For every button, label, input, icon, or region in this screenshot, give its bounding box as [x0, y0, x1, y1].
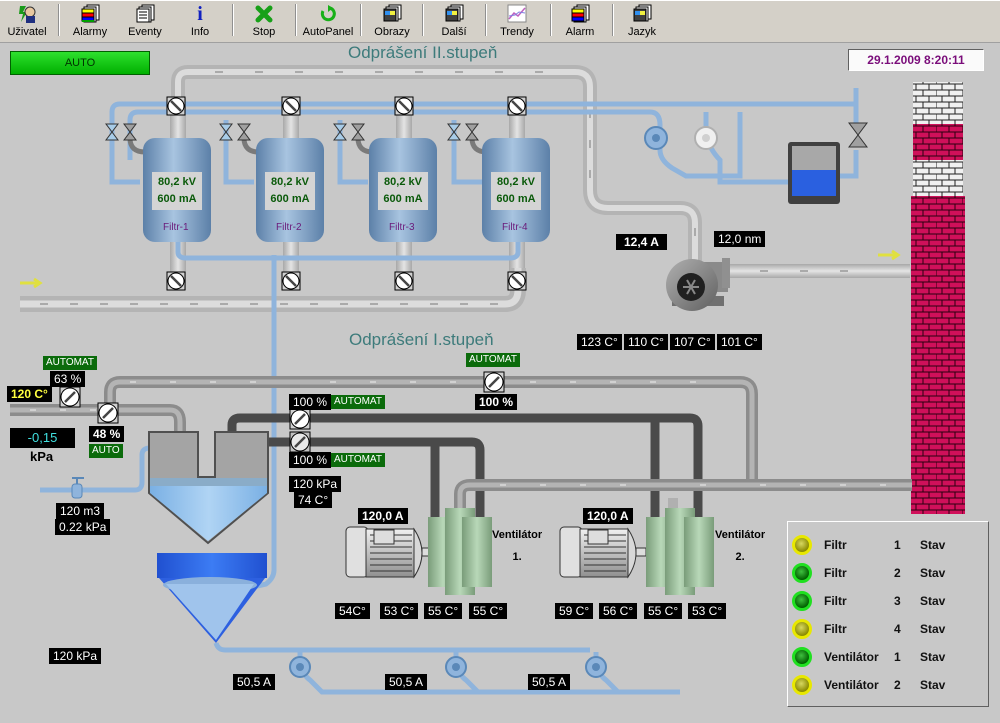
status-led-icon	[792, 535, 812, 555]
bottom-pressure: 120 kPa	[49, 648, 102, 664]
filter-3-readout: 80,2 kV 600 mA	[383, 176, 423, 205]
water-pressure: 0.22 kPa	[55, 519, 111, 535]
cyclone-temperature: 74 C°	[294, 492, 333, 508]
pump-3-current: 50,5 A	[528, 674, 571, 690]
status-led-icon	[792, 591, 812, 611]
inlet-damper-mode[interactable]: AUTOMAT	[43, 356, 97, 370]
motor-1-current: 120,0 A	[358, 508, 408, 524]
cyclone-pressure: 120 kPa	[289, 476, 342, 492]
filter-4-label[interactable]: Filtr-4	[502, 222, 528, 233]
funnel	[157, 553, 267, 643]
ventilator-2-temp-3: 55 C°	[644, 603, 683, 619]
inlet-valve-mode[interactable]: AUTO	[89, 444, 123, 458]
bypass-damper-mode[interactable]: AUTOMAT	[466, 353, 520, 367]
status-led-icon	[792, 647, 812, 667]
fan-temp-4: 101 C°	[717, 334, 762, 350]
fan-current: 12,4 A	[616, 234, 667, 250]
ventilator-1-temp-3: 55 C°	[424, 603, 463, 619]
filter-4-readout: 80,2 kV 600 mA	[496, 176, 536, 205]
water-volume: 120 m3	[56, 503, 105, 519]
motor-2-current: 120,0 A	[583, 508, 633, 524]
ventilator-1-temp-4: 55 C°	[469, 603, 508, 619]
inlet-pressure: -0,15	[10, 428, 75, 448]
pump-1-current: 50,5 A	[233, 674, 276, 690]
status-row-filter-1[interactable]: Filtr 1 Stav	[788, 532, 988, 558]
water-tank	[788, 142, 840, 204]
filter-2-readout: 80,2 kV 600 mA	[270, 176, 310, 205]
motor-2	[559, 526, 647, 579]
status-row-filter-2[interactable]: Filtr 2 Stav	[788, 560, 988, 586]
status-led-icon	[792, 563, 812, 583]
upper-damper-mode[interactable]: AUTOMAT	[331, 395, 385, 409]
filter-1-label[interactable]: Filtr-1	[163, 222, 189, 233]
exhaust-fan	[666, 258, 730, 311]
fan-temp-3: 107 C°	[670, 334, 715, 350]
chimney	[911, 82, 965, 514]
datetime-display: 29.1.2009 8:20:11	[848, 49, 984, 71]
ventilator-1-temp-2: 53 C°	[380, 603, 419, 619]
stage2-title: Odprášení II.stupeň	[348, 43, 498, 62]
motor-1	[345, 526, 433, 579]
ventilator-2-temp-2: 56 C°	[599, 603, 638, 619]
ventilator-2-temp-4: 53 C°	[688, 603, 727, 619]
status-panel: Filtr 1 Stav Filtr 2 Stav Filtr 3 Stav F…	[787, 521, 989, 707]
lower-damper-mode[interactable]: AUTOMAT	[331, 453, 385, 467]
inlet-pressure-unit: kPa	[30, 449, 54, 464]
ventilator-2-label[interactable]: Ventilátor 2.	[715, 524, 765, 568]
ventilator-2-temp-1: 59 C°	[555, 603, 594, 619]
status-led-icon	[792, 675, 812, 695]
stage1-title: Odprášení I.stupeň	[349, 330, 494, 349]
upper-damper-percent: 100 %	[289, 394, 332, 410]
pump-icons	[644, 126, 718, 150]
status-row-filter-4[interactable]: Filtr 4 Stav	[788, 616, 988, 642]
status-row-filter-3[interactable]: Filtr 3 Stav	[788, 588, 988, 614]
lower-damper-percent: 100 %	[289, 452, 332, 468]
fan-temp-1: 123 C°	[577, 334, 622, 350]
fan-temp-2: 110 C°	[624, 334, 668, 350]
filter-1-readout: 80,2 kV 600 mA	[157, 176, 197, 205]
filter-2-label[interactable]: Filtr-2	[276, 222, 302, 233]
inlet-valve-percent: 48 %	[89, 426, 125, 442]
scrubber-tank	[148, 431, 269, 545]
filter-3-label[interactable]: Filtr-3	[389, 222, 415, 233]
ventilator-1	[428, 508, 492, 595]
water-valve-icon	[71, 477, 84, 499]
bypass-damper-percent: 100 %	[475, 394, 518, 410]
pump-2-current: 50,5 A	[385, 674, 428, 690]
inlet-damper-percent: 63 %	[50, 371, 86, 387]
inlet-temperature: 120 C°	[7, 386, 52, 402]
ventilator-1-label[interactable]: Ventilátor 1.	[492, 524, 542, 568]
status-row-ventilator-1[interactable]: Ventilátor 1 Stav	[788, 644, 988, 670]
status-row-ventilator-2[interactable]: Ventilátor 2 Stav	[788, 672, 988, 698]
status-led-icon	[792, 619, 812, 639]
ventilator-1-temp-1: 54C°	[335, 603, 370, 619]
ventilator-2	[646, 508, 714, 595]
fan-torque: 12,0 nm	[714, 231, 766, 247]
filter-tanks	[143, 138, 550, 242]
mode-indicator[interactable]: AUTO	[10, 51, 150, 75]
